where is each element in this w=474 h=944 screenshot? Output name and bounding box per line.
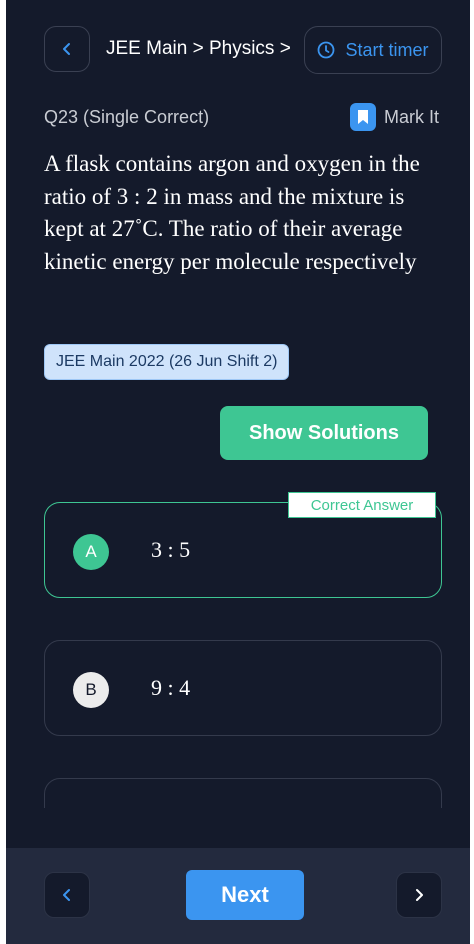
chevron-right-icon — [416, 889, 423, 901]
mark-it-label: Mark It — [384, 106, 440, 127]
mark-it-button[interactable]: Mark It — [350, 103, 439, 131]
bookmark-icon — [350, 103, 376, 131]
correct-answer-badge: Correct Answer — [288, 492, 436, 518]
question-text: A flask contains argon and oxygen in the… — [44, 151, 420, 274]
clock-icon — [318, 41, 335, 59]
option-letter-badge: B — [73, 672, 109, 708]
back-button[interactable] — [44, 26, 90, 72]
forward-button[interactable] — [396, 872, 442, 918]
option-b[interactable]: B 9 : 4 — [44, 640, 442, 736]
question-screen: JEE Main > Physics > K Start timer Q23 (… — [6, 0, 470, 944]
start-timer-button[interactable]: Start timer — [304, 26, 442, 74]
previous-button[interactable] — [44, 872, 90, 918]
exam-tag: JEE Main 2022 (26 Jun Shift 2) — [44, 344, 290, 380]
option-text: 3 : 5 — [151, 537, 191, 562]
show-solutions-button[interactable]: Show Solutions — [220, 406, 428, 460]
start-timer-label: Start timer — [345, 39, 429, 60]
next-button[interactable]: Next — [186, 870, 304, 920]
bottom-navigation: Next — [6, 848, 470, 944]
question-label: Q23 (Single Correct) — [44, 107, 210, 127]
chevron-left-icon — [63, 889, 70, 901]
option-letter-badge: A — [73, 534, 109, 570]
scroll-fade — [6, 808, 470, 848]
breadcrumb: JEE Main > Physics > K — [106, 38, 296, 59]
chevron-left-icon — [63, 43, 70, 55]
option-text: 9 : 4 — [151, 675, 191, 700]
